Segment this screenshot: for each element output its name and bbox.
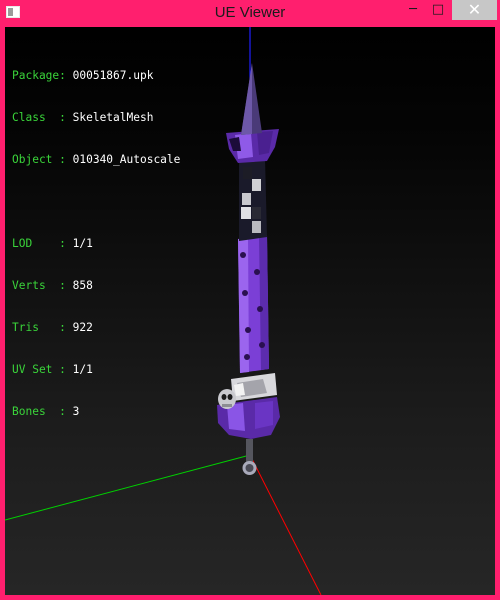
stat-row-uvset: UV Set : 1/1 [12, 363, 93, 376]
minimize-button[interactable]: ─ [400, 0, 426, 20]
stat-row-bones: Bones : 3 [12, 405, 80, 418]
close-button[interactable]: ✕ [452, 0, 497, 20]
info-row-object: Object : 010340_Autoscale [12, 153, 181, 166]
mesh-shaft [238, 235, 269, 373]
mesh-skull [218, 389, 236, 409]
3d-viewport[interactable]: Package: 00051867.upk Class : SkeletalMe… [5, 27, 495, 595]
mesh-spike [241, 63, 262, 135]
mesh-checker-band [239, 158, 267, 241]
title-bar[interactable]: UE Viewer ─ □ ✕ [0, 0, 500, 26]
x-axis-line [249, 454, 322, 595]
y-axis-line [5, 454, 251, 521]
maximize-button[interactable]: □ [425, 0, 451, 20]
app-window: UE Viewer ─ □ ✕ Package: 00051867.upk Cl… [0, 0, 500, 600]
mesh-crown [226, 129, 279, 163]
info-row-class: Class : SkeletalMesh [12, 111, 154, 124]
mesh-hilt [242, 439, 257, 475]
stat-row-verts: Verts : 858 [12, 279, 93, 292]
mesh-info-overlay: Package: 00051867.upk Class : SkeletalMe… [12, 41, 180, 447]
stat-row-tris: Tris : 922 [12, 321, 93, 334]
stat-row-lod: LOD : 1/1 [12, 237, 93, 250]
info-row-package: Package: 00051867.upk [12, 69, 154, 82]
